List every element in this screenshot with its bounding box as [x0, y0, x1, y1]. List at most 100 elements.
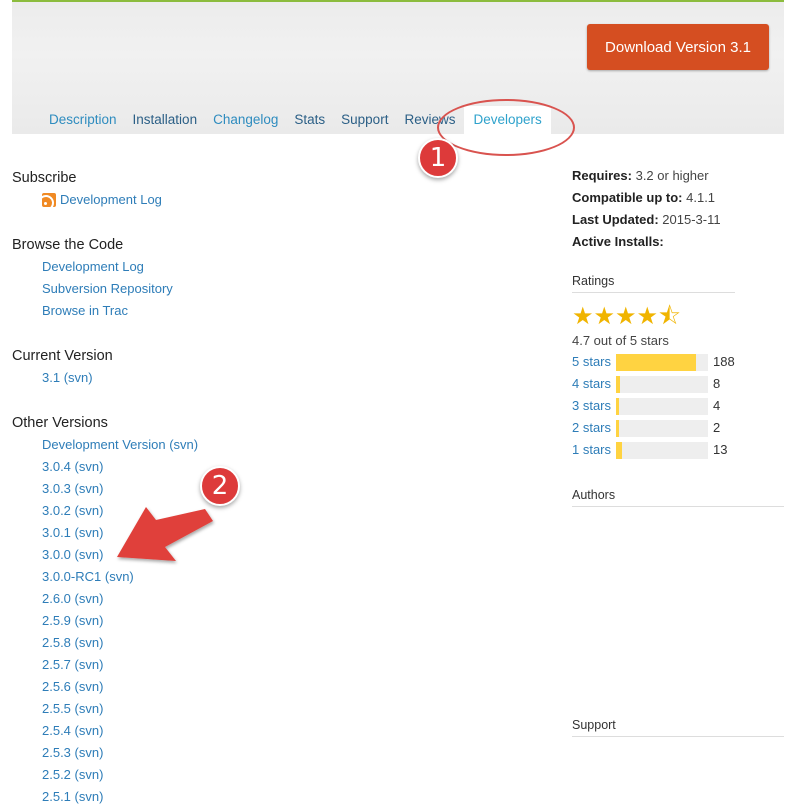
rating-filter-link[interactable]: 2 stars: [572, 417, 616, 439]
version-link[interactable]: 2.5.5 (svn): [12, 698, 432, 720]
svn-link-label: (svn): [74, 503, 104, 518]
version-label: 3.0.1: [42, 525, 71, 540]
tab-installation[interactable]: Installation: [125, 106, 206, 134]
version-link[interactable]: 2.5.4 (svn): [12, 720, 432, 742]
compatible-value: 4.1.1: [686, 190, 716, 205]
version-link[interactable]: 2.5.7 (svn): [12, 654, 432, 676]
sidebar: Requires: 3.2 or higher Compatible up to…: [572, 165, 784, 737]
version-label: 2.5.7: [42, 657, 71, 672]
svn-link-label: (svn): [74, 701, 104, 716]
rating-count: 13: [713, 442, 728, 457]
current-version-heading: Current Version: [12, 348, 113, 364]
tab-changelog[interactable]: Changelog: [205, 106, 286, 134]
version-link[interactable]: 2.5.6 (svn): [12, 676, 432, 698]
rating-row: 2 stars 2: [572, 417, 784, 439]
rating-bar: [616, 419, 708, 437]
requires-value: 3.2 or higher: [635, 168, 709, 183]
svn-link-label: (svn): [74, 745, 104, 760]
rating-bar: [616, 397, 708, 415]
version-label: Development Version: [42, 437, 166, 452]
rating-bar-fill: [616, 397, 619, 415]
rating-filter-link[interactable]: 3 stars: [572, 395, 616, 417]
version-label: 3.0.0-RC1: [42, 569, 102, 584]
version-label: 3.1: [42, 370, 61, 385]
svn-link-label: (svn): [104, 569, 134, 584]
svn-link-label: (svn): [74, 547, 104, 562]
version-link[interactable]: 3.0.0-RC1 (svn): [12, 566, 432, 588]
version-link[interactable]: 2.5.9 (svn): [12, 610, 432, 632]
version-label: 2.5.2: [42, 767, 71, 782]
installs-label: Active Installs:: [572, 234, 664, 249]
version-link[interactable]: 3.0.1 (svn): [12, 522, 432, 544]
svn-link-label: (svn): [74, 679, 104, 694]
ratings-heading: Ratings: [572, 269, 735, 293]
rating-bar-fill: [616, 419, 619, 437]
rating-bar-fill: [616, 375, 620, 393]
version-label: 2.5.8: [42, 635, 71, 650]
tab-stats[interactable]: Stats: [286, 106, 333, 134]
tab-description[interactable]: Description: [41, 106, 125, 134]
rating-summary: 4.7 out of 5 stars: [572, 333, 669, 348]
svn-link-label: (svn): [74, 613, 104, 628]
svn-link-label: (svn): [169, 437, 199, 452]
rating-bar: [616, 375, 708, 393]
version-label: 3.0.0: [42, 547, 71, 562]
version-link[interactable]: Development Version (svn): [12, 434, 432, 456]
updated-value: 2015-3-11: [662, 212, 721, 227]
version-label: 3.0.4: [42, 459, 71, 474]
rss-icon: [42, 193, 56, 207]
rating-bar: [616, 353, 708, 371]
subscribe-development-log-link[interactable]: Development Log: [60, 189, 162, 211]
version-label: 2.5.1: [42, 789, 71, 804]
version-link[interactable]: 2.5.1 (svn): [12, 786, 432, 808]
rating-filter-link[interactable]: 1 stars: [572, 439, 616, 461]
rating-row: 3 stars 4: [572, 395, 784, 417]
support-heading: Support: [572, 713, 784, 737]
svn-link-label: (svn): [74, 723, 104, 738]
svn-link-label: (svn): [74, 767, 104, 782]
version-link[interactable]: 2.5.3 (svn): [12, 742, 432, 764]
browse-in-trac-link[interactable]: Browse in Trac: [12, 300, 432, 322]
version-label: 2.5.4: [42, 723, 71, 738]
version-link[interactable]: 3.0.0 (svn): [12, 544, 432, 566]
svn-link-label: (svn): [74, 525, 104, 540]
browse-development-log-link[interactable]: Development Log: [12, 256, 432, 278]
version-label: 2.5.9: [42, 613, 71, 628]
rating-count: 4: [713, 398, 721, 413]
version-label: 3.0.3: [42, 481, 71, 496]
rating-bar-fill: [616, 353, 697, 371]
svn-link-label: (svn): [74, 481, 104, 496]
version-link[interactable]: 2.5.8 (svn): [12, 632, 432, 654]
svn-link-label: (svn): [74, 635, 104, 650]
svn-link-label: (svn): [74, 591, 104, 606]
svn-link-label: (svn): [63, 370, 93, 385]
subversion-repository-link[interactable]: Subversion Repository: [12, 278, 432, 300]
authors-heading: Authors: [572, 483, 784, 507]
updated-label: Last Updated:: [572, 212, 659, 227]
version-link[interactable]: 2.5.2 (svn): [12, 764, 432, 786]
compatible-row: Compatible up to: 4.1.1: [572, 187, 784, 209]
subscribe-row: Development Log: [12, 189, 432, 211]
star-rating-icon: ★★★★⯪: [572, 303, 681, 330]
version-label: 2.5.3: [42, 745, 71, 760]
rating-bar: [616, 441, 708, 459]
requires-label: Requires:: [572, 168, 632, 183]
rating-breakdown: 5 stars 188 4 stars 8 3 stars 4 2 stars 2 1 star…: [572, 351, 784, 461]
version-link[interactable]: 2.6.0 (svn): [12, 588, 432, 610]
developers-tab-highlight-circle: [437, 99, 575, 156]
rating-count: 2: [713, 420, 721, 435]
rating-row: 1 stars 13: [572, 439, 784, 461]
rating-count: 8: [713, 376, 721, 391]
tab-support[interactable]: Support: [333, 106, 396, 134]
other-versions-heading: Other Versions: [12, 415, 108, 431]
svn-link-label: (svn): [74, 657, 104, 672]
current-version-link[interactable]: 3.1 (svn): [12, 367, 432, 389]
version-label: 3.0.2: [42, 503, 71, 518]
version-label: 2.6.0: [42, 591, 71, 606]
download-button[interactable]: Download Version 3.1: [587, 24, 769, 70]
requires-row: Requires: 3.2 or higher: [572, 165, 784, 187]
browse-code-heading: Browse the Code: [12, 237, 124, 253]
rating-row: 5 stars 188: [572, 351, 784, 373]
rating-filter-link[interactable]: 4 stars: [572, 373, 616, 395]
rating-filter-link[interactable]: 5 stars: [572, 351, 616, 373]
